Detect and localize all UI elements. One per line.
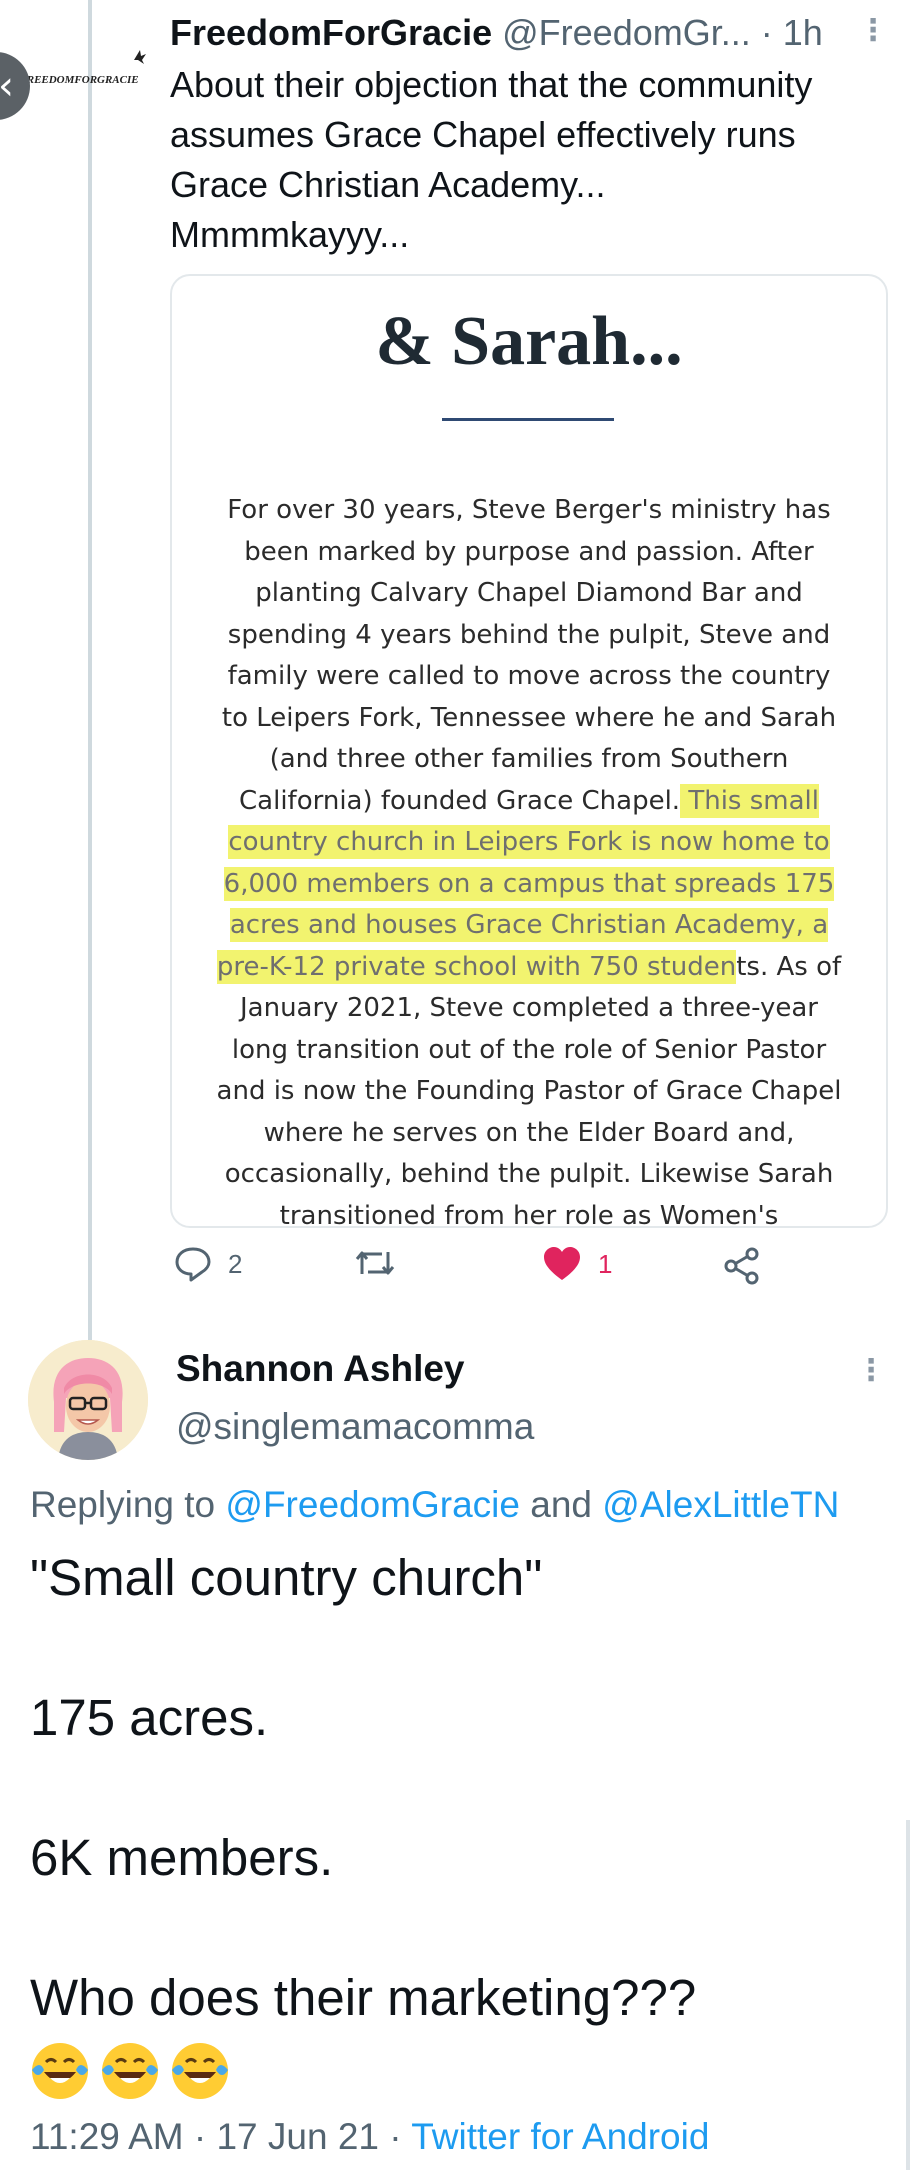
- reply-timestamp[interactable]: 11:29 AM: [30, 2116, 184, 2157]
- reply-text-line: 175 acres.: [30, 1689, 269, 1746]
- retweet-button[interactable]: [354, 1246, 396, 1280]
- tweet-handle[interactable]: @FreedomGr...: [502, 12, 751, 53]
- reply-text-line: "Small country church": [30, 1549, 543, 1606]
- reply-more-icon[interactable]: ⋮: [856, 1356, 886, 1386]
- retweet-icon: [354, 1246, 396, 1280]
- bird-logo-icon: [132, 48, 148, 71]
- like-button[interactable]: 1: [542, 1246, 612, 1282]
- reply-button[interactable]: 2: [174, 1246, 242, 1282]
- tweet-text-line: Grace Christian Academy...: [170, 164, 606, 205]
- reply-count: 2: [228, 1248, 243, 1279]
- tweet-text-line: assumes Grace Chapel effectively runs: [170, 114, 796, 155]
- reply-metadata: 11:29 AM · 17 Jun 21 · Twitter for Andro…: [30, 2116, 710, 2157]
- replying-and: and: [530, 1484, 592, 1525]
- tweet-actions: 2 1: [170, 1246, 884, 1290]
- back-arrow-icon: ‹: [0, 66, 14, 106]
- heart-icon: [542, 1246, 582, 1282]
- shannon-ashley-avatar[interactable]: [28, 1340, 148, 1460]
- tweet-more-icon[interactable]: ⋮: [858, 16, 888, 46]
- reply-text-line: Who does their marketing???: [30, 1969, 697, 2026]
- reply-source-link[interactable]: Twitter for Android: [411, 2116, 709, 2157]
- tweet-time[interactable]: 1h: [783, 12, 823, 53]
- tweet-text-line: Mmmmkayyy...: [170, 214, 410, 255]
- tweet-text-line: About their objection that the community: [170, 64, 813, 105]
- share-icon: [722, 1246, 762, 1286]
- memoji-avatar-icon: [28, 1340, 148, 1460]
- laughing-crying-emoji-icon: [172, 2043, 228, 2099]
- tweet-image-card[interactable]: & Sarah... For over 30 years, Steve Berg…: [170, 274, 888, 1228]
- card-body-text: For over 30 years, Steve Berger's minist…: [212, 490, 846, 1228]
- laughing-crying-emoji-icon: [32, 2043, 88, 2099]
- card-divider: [442, 418, 614, 421]
- card-body-text-start: For over 30 years, Steve Berger's minist…: [221, 495, 837, 816]
- replying-user-link[interactable]: @FreedomGracie: [225, 1484, 520, 1525]
- avatar-logo-text: FREEDOMFORGRACIE: [19, 74, 139, 86]
- tweet-display-name[interactable]: FreedomForGracie: [170, 12, 492, 53]
- emoji-row: [28, 2040, 232, 2102]
- card-body-text-end: ts. As of January 2021, Steve completed …: [216, 951, 842, 1228]
- replying-to: Replying to @FreedomGracie and @AlexLitt…: [30, 1484, 839, 1526]
- card-heading: & Sarah...: [375, 303, 683, 380]
- thread-connector-line: [88, 0, 92, 1340]
- like-count: 1: [598, 1248, 613, 1279]
- reply-date[interactable]: 17 Jun 21: [216, 2116, 379, 2157]
- scrollbar-edge: [906, 1820, 910, 2170]
- laughing-crying-emoji-icon: [102, 2043, 158, 2099]
- reply-text-line: 6K members.: [30, 1829, 334, 1886]
- reply-icon: [174, 1246, 212, 1282]
- header-separator: ·: [760, 12, 773, 53]
- tweet-text: About their objection that the community…: [170, 60, 890, 260]
- reply-display-name[interactable]: Shannon Ashley: [176, 1348, 465, 1390]
- tweet-header: FreedomForGracie @FreedomGr... · 1h: [170, 10, 890, 56]
- reply-handle[interactable]: @singlemamacomma: [176, 1406, 534, 1448]
- replying-prefix: Replying to: [30, 1484, 216, 1525]
- replying-user-link[interactable]: @AlexLittleTN: [602, 1484, 839, 1525]
- share-button[interactable]: [722, 1246, 762, 1286]
